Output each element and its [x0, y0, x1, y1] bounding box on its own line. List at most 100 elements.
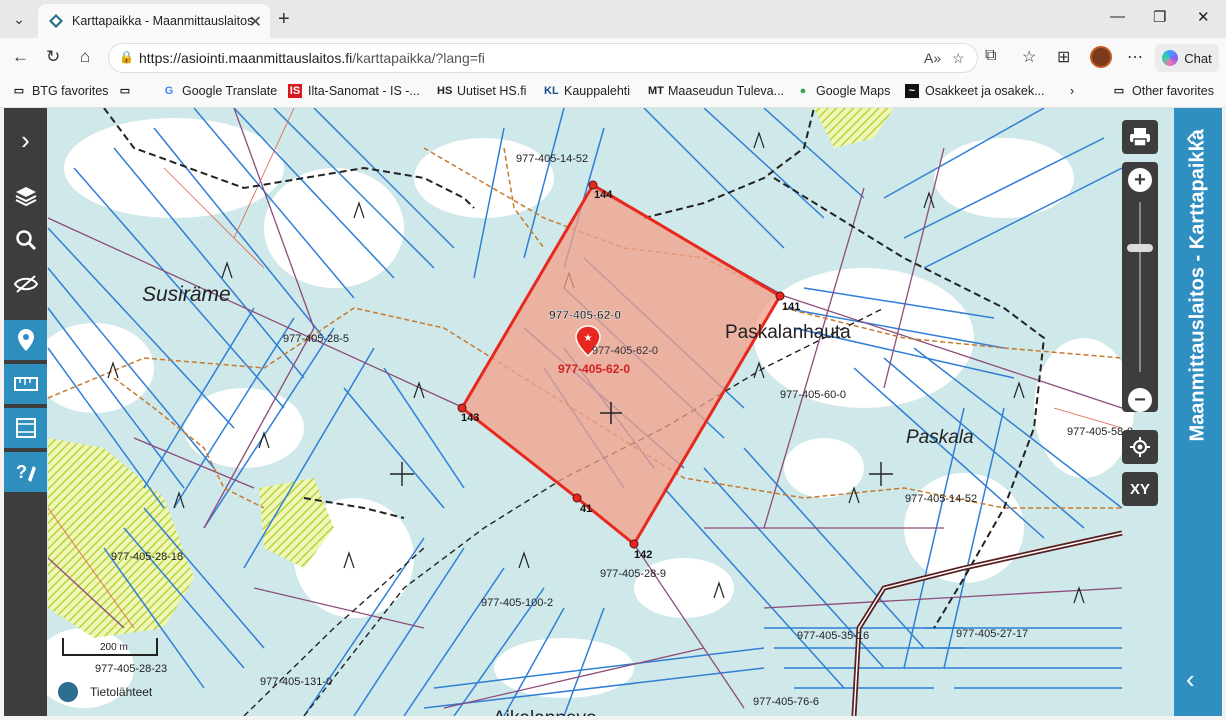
- parcel-label: 977-405-14-52: [516, 153, 588, 165]
- maps-pin-icon: ●: [799, 85, 807, 97]
- folder-icon: ▭: [13, 85, 25, 97]
- hide-layers-eye-icon[interactable]: [4, 264, 47, 304]
- expand-panel-chevron-icon[interactable]: ›: [4, 120, 47, 160]
- bookmark-kauppalehti[interactable]: KL Kauppalehti: [544, 84, 630, 98]
- collections-icon[interactable]: ⊞: [1057, 47, 1070, 67]
- bookmark-google-translate[interactable]: G Google Translate: [162, 84, 277, 98]
- bookmark-reading-icon[interactable]: ▭: [118, 84, 138, 98]
- more-menu-icon[interactable]: ⋯: [1127, 47, 1143, 67]
- boundary-point-label: 141: [782, 301, 800, 313]
- bookmarks-overflow-icon[interactable]: ›: [1070, 84, 1074, 98]
- parcel-label: 977-405-28-9: [600, 568, 666, 580]
- search-icon[interactable]: [4, 220, 47, 260]
- copilot-icon: [1162, 50, 1179, 66]
- new-tab-button[interactable]: +: [278, 8, 290, 31]
- window-close-icon[interactable]: ✕: [1197, 8, 1210, 26]
- bookmark-btg-favorites[interactable]: ▭ BTG favorites: [12, 84, 109, 98]
- panel-expand-chevron-icon[interactable]: ‹: [1186, 664, 1195, 695]
- svg-text:★: ★: [584, 333, 593, 344]
- locate-me-icon[interactable]: [1122, 430, 1158, 464]
- mt-logo-icon: MT: [648, 85, 664, 97]
- translate-icon: G: [164, 85, 174, 97]
- chat-label: Chat: [1184, 50, 1212, 66]
- parcel-label: 977-405-28-5: [283, 333, 349, 345]
- home-icon[interactable]: ⌂: [80, 47, 90, 67]
- favorite-star-icon[interactable]: ☆: [952, 50, 965, 67]
- copilot-chat-button[interactable]: Chat: [1155, 44, 1219, 72]
- favorites-icon[interactable]: ☆: [1022, 47, 1036, 67]
- is-logo-icon: IS: [288, 84, 302, 98]
- place-marker-icon[interactable]: [4, 320, 47, 360]
- boundary-point-label: 144: [594, 189, 613, 201]
- profile-avatar[interactable]: [1090, 46, 1112, 68]
- bookmark-hs[interactable]: HS Uutiset HS.fi: [437, 84, 526, 98]
- restore-icon[interactable]: ❐: [1153, 8, 1166, 26]
- side-title: Maanmittauslaitos - Karttapaikka: [1186, 129, 1209, 442]
- tab-active[interactable]: Karttapaikka - Maanmittauslaitos ✕: [38, 4, 270, 38]
- place-name: Aikalannevo: [493, 708, 597, 716]
- scale-label: 200 m: [100, 642, 128, 653]
- zoom-slider-thumb[interactable]: [1127, 244, 1153, 252]
- parcel-label: 977-405-35-16: [797, 630, 869, 642]
- minimize-icon[interactable]: —: [1110, 8, 1125, 25]
- help-icon[interactable]: ?: [4, 452, 47, 492]
- tab-strip: ⌄ Karttapaikka - Maanmittauslaitos ✕ + —…: [0, 0, 1226, 38]
- parcel-label: 977-405-28-23: [95, 663, 167, 675]
- url-host: https://asiointi.maanmittauslaitos.fi: [139, 50, 353, 66]
- navigation-bar: ← ↻ ⌂ 🔒 https://asiointi.maanmittauslait…: [0, 38, 1226, 78]
- measure-area-icon[interactable]: [4, 408, 47, 448]
- map-viewport[interactable]: ★ 977-405-14-52 977-405-28-5 977-405-60-…: [4, 108, 1222, 716]
- tab-actions-menu[interactable]: ⌄: [6, 8, 32, 30]
- selected-parcel-red-label: 977-405-62-0: [558, 362, 630, 376]
- bookmark-maaseudun-tulevaisuus[interactable]: MT Maaseudun Tuleva...: [648, 84, 784, 98]
- place-name: Susiräme: [142, 283, 231, 306]
- parcel-label: 977-405-76-6: [753, 696, 819, 708]
- tab-title: Karttapaikka - Maanmittauslaitos: [72, 14, 254, 28]
- parcel-label: 977-405-100-2: [481, 597, 553, 609]
- reading-list-icon: ▭: [119, 85, 131, 97]
- map-canvas[interactable]: ★ 977-405-14-52 977-405-28-5 977-405-60-…: [4, 108, 1222, 716]
- extensions-icon[interactable]: ⧉: [985, 47, 996, 65]
- layers-icon[interactable]: [4, 176, 47, 216]
- site-info-icon[interactable]: 🔒: [119, 50, 134, 64]
- measure-distance-icon[interactable]: [4, 364, 47, 404]
- close-tab-icon[interactable]: ✕: [249, 12, 262, 32]
- print-icon[interactable]: [1122, 120, 1158, 154]
- bookmark-google-maps[interactable]: ● Google Maps: [796, 84, 891, 98]
- kl-logo-icon: KL: [544, 85, 559, 97]
- read-aloud-icon[interactable]: A»: [924, 50, 941, 66]
- bookmark-osakkeet[interactable]: ~ Osakkeet ja osakek...: [905, 84, 1045, 98]
- zoom-out-icon[interactable]: −: [1128, 388, 1152, 412]
- boundary-point-label: 143: [461, 412, 479, 424]
- site-favicon-icon: [49, 14, 63, 28]
- bookmarks-bar: ▭ BTG favorites ▭ G Google Translate IS Ilt…: [0, 78, 1226, 108]
- coordinate-tool-button[interactable]: XY: [1122, 472, 1158, 506]
- svg-text:?: ?: [16, 462, 27, 482]
- stock-icon: ~: [905, 84, 919, 98]
- folder-icon: ▭: [1113, 85, 1125, 97]
- bookmark-ilta-sanomat[interactable]: IS Ilta-Sanomat - IS -...: [288, 84, 420, 98]
- parcel-label: 977-405-60-0: [780, 389, 846, 401]
- data-sources-button[interactable]: Tietolähteet: [56, 680, 152, 704]
- parcel-label: 977-405-27-17: [956, 628, 1028, 640]
- boundary-point-label: 41: [580, 503, 592, 515]
- mml-logo-icon: [56, 680, 80, 704]
- parcel-label: 977-405-14-52: [905, 493, 977, 505]
- zoom-in-icon[interactable]: +: [1128, 168, 1152, 192]
- parcel-label: 977-405-28-18: [111, 551, 183, 563]
- zoom-control: + −: [1122, 162, 1158, 412]
- zoom-slider-track[interactable]: [1139, 202, 1141, 372]
- selected-parcel-label: 977-405-62-0: [549, 308, 621, 322]
- url-path: /karttapaikka/?lang=fi: [352, 50, 485, 66]
- address-bar[interactable]: 🔒 https://asiointi.maanmittauslaitos.fi /…: [108, 43, 978, 73]
- right-panel: ‹ Maanmittauslaitos - Karttapaikka ‹: [1174, 108, 1222, 716]
- hs-logo-icon: HS: [437, 85, 453, 97]
- other-favorites[interactable]: ▭ Other favorites: [1112, 84, 1214, 98]
- back-icon[interactable]: ←: [12, 47, 29, 67]
- boundary-point-label: 142: [634, 549, 652, 561]
- parcel-label: 977-405-131-0: [260, 676, 332, 688]
- refresh-icon[interactable]: ↻: [46, 47, 60, 67]
- left-toolbar: › ?: [4, 108, 47, 716]
- place-name: Paskala: [906, 427, 974, 448]
- selected-parcel-small-label: 977-405-62-0: [592, 345, 658, 357]
